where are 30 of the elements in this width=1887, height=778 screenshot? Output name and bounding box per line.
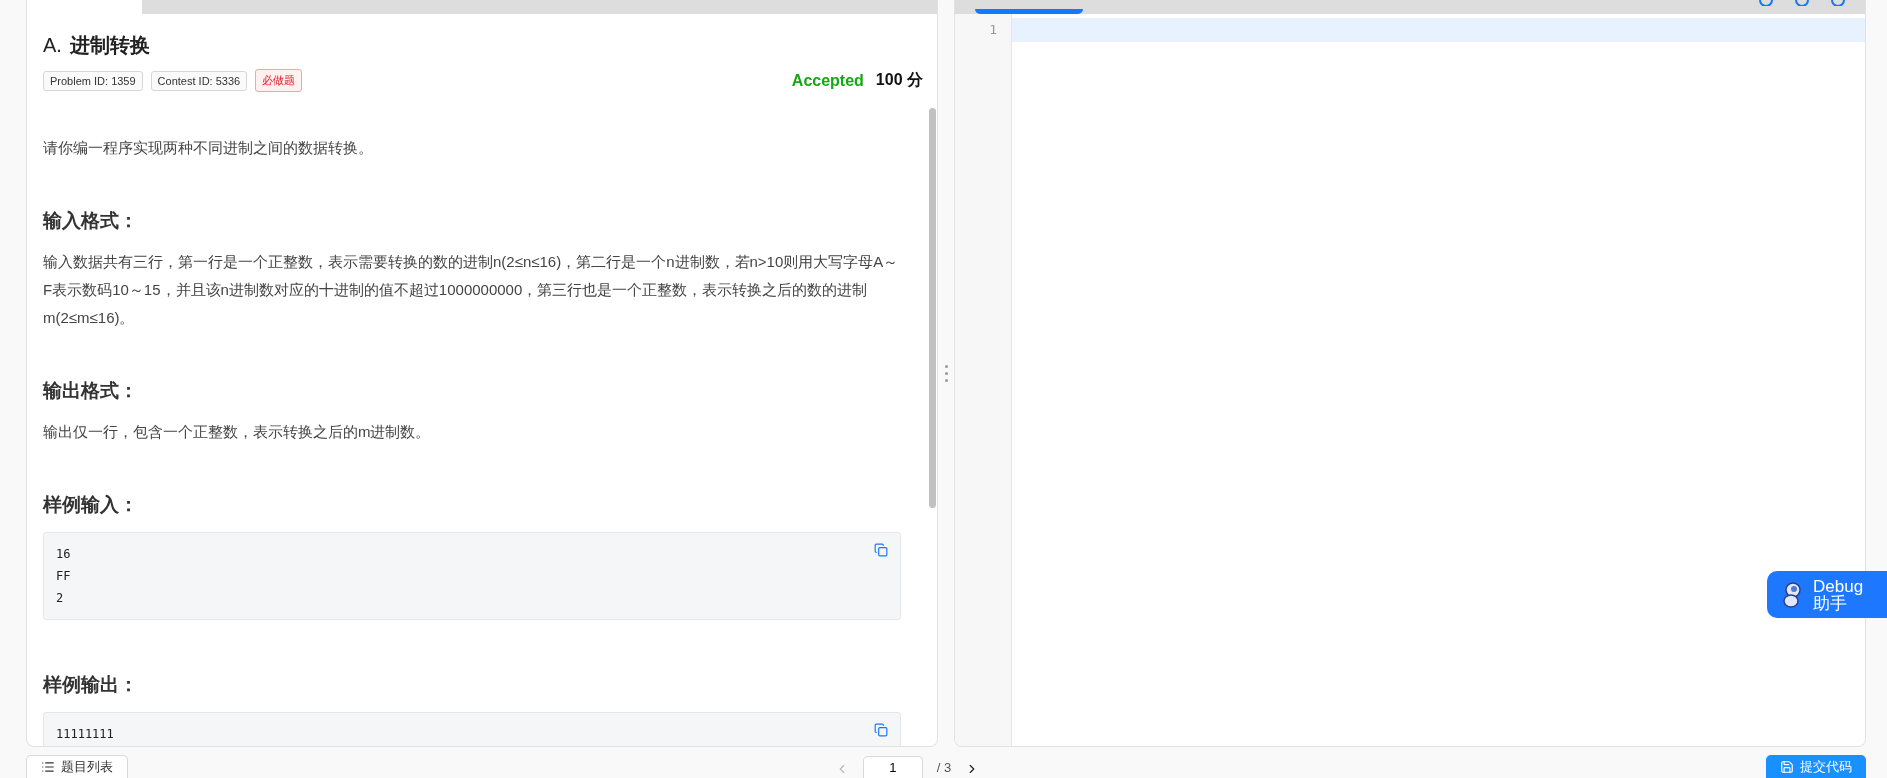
scrollbar-thumb[interactable] (929, 108, 936, 508)
id-tag: Problem ID: 1359 (43, 70, 143, 91)
line-number: 1 (988, 21, 998, 39)
sample-text: 11111111 (56, 726, 115, 743)
save-icon (1780, 759, 1794, 774)
section-heading: 样例输入： (43, 493, 139, 517)
problem-list-button[interactable]: 题目列表 (26, 755, 128, 778)
problem-title: A. 进制转换 (43, 33, 151, 58)
score-text: 100 分 (875, 70, 923, 90)
page-input[interactable]: 1 (862, 756, 923, 778)
description-text: 输入数据共有三行，第一行是一个正整数，表示需要转换的数的进制n(2≤n≤16)，第二行是一个n进制数，若n>10则用大写字母A～F表示数码10～15，并且该n进制数对应的十进制的值不超过1000000000，第三行也是一个正整数，表示转换之后的数的进制m(2≤m≤16)。 (43, 252, 900, 328)
status-text: Accepted (791, 71, 864, 90)
page-total: / 3 (936, 760, 952, 777)
section-heading: 样例输出： (43, 673, 139, 697)
debug-label: Debug 助手 (1813, 577, 1864, 612)
copy-icon[interactable] (874, 543, 888, 557)
debug-button[interactable]: Debug 助手 (1767, 571, 1887, 618)
id-tag: Contest ID: 5336 (150, 70, 248, 91)
description-text: 请你编一程序实现两种不同进制之间的数据转换。 (43, 138, 374, 158)
required-tag: 必做题 (255, 69, 303, 92)
toolbar-button[interactable] (975, 9, 1083, 14)
copy-icon[interactable] (874, 723, 888, 737)
toolbar-icon[interactable] (1831, 0, 1845, 6)
toolbar-icon[interactable] (1759, 0, 1773, 6)
section-heading: 输出格式： (43, 379, 139, 403)
list-icon (41, 760, 55, 774)
section-heading: 输入格式： (43, 209, 139, 233)
sample-text: 16 FF 2 (56, 546, 72, 607)
toolbar-icon[interactable] (1795, 0, 1809, 6)
description-text: 输出仅一行，包含一个正整数，表示转换之后的m进制数。 (43, 422, 432, 442)
